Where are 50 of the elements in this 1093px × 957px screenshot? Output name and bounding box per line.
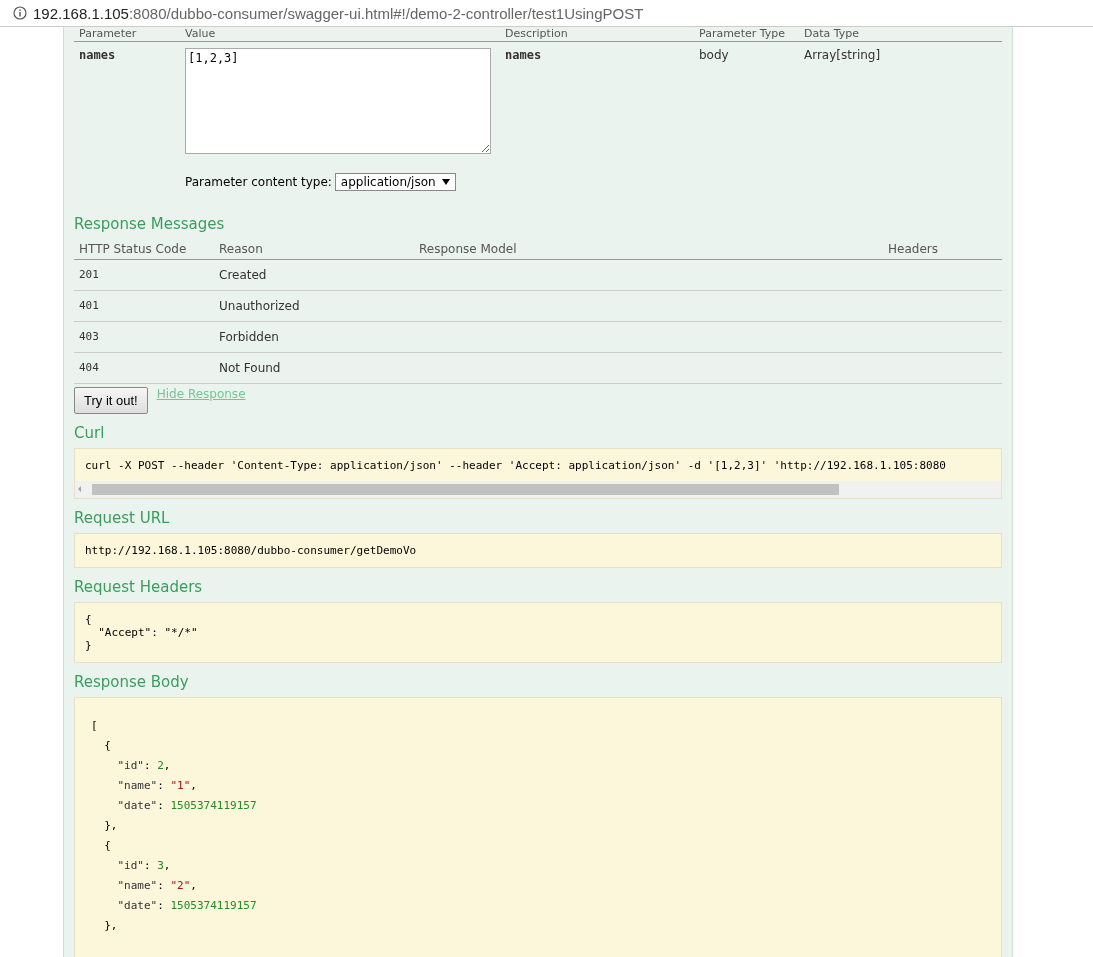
section-heading: Request Headers xyxy=(74,578,204,596)
section-heading: Curl xyxy=(74,424,106,442)
parameter-type: body xyxy=(699,47,730,64)
code-line: "date": 1505374119157 xyxy=(116,898,258,914)
status-code: 403 xyxy=(79,329,100,345)
code-line: }, xyxy=(103,818,119,834)
value-textarea[interactable]: [1,2,3] xyxy=(185,48,491,154)
curl-command: curl -X POST --header 'Content-Type: application/json' --header 'Accept: application/json' -d '[1,2,3]' 'http://192.168.1.105:8080 xyxy=(84,459,947,474)
url-text: 192.168.1.105:8080/dubbo-consumer/swagger-ui.html#!/demo-2-controller/test1UsingPOST xyxy=(33,4,644,22)
code-line: "id": 3, xyxy=(116,858,172,874)
code-line: "id": 2, xyxy=(116,758,172,774)
parameter-description: names xyxy=(505,47,543,64)
code-line: "name": "2", xyxy=(116,878,198,894)
column-header: Parameter Type xyxy=(699,27,786,41)
code-line: "name": "1", xyxy=(116,778,198,794)
reason-text: Not Found xyxy=(219,360,282,377)
section-heading: Request URL xyxy=(74,509,171,527)
request-url: http://192.168.1.105:8080/dubbo-consumer/getDemoVo xyxy=(85,544,418,557)
reason-text: Unauthorized xyxy=(219,298,301,315)
code-line: [ xyxy=(91,718,99,734)
parameter-name: names xyxy=(79,47,117,64)
data-type: Array[string] xyxy=(804,47,882,64)
column-header: Description xyxy=(505,27,569,41)
section-heading: Response Body xyxy=(74,673,190,691)
column-header: Headers xyxy=(888,241,939,258)
section-heading: Response Messages xyxy=(74,215,226,233)
dropdown-caret-icon xyxy=(441,179,450,185)
status-code: 404 xyxy=(79,360,100,376)
code-line: { xyxy=(103,838,112,854)
reason-text: Created xyxy=(219,267,268,284)
code-line: { xyxy=(103,738,112,754)
code-line: "Accept": "*/*" xyxy=(97,626,199,639)
column-header: Response Model xyxy=(419,241,518,258)
code-line: "date": 1505374119157 xyxy=(116,798,258,814)
column-header: Parameter xyxy=(79,27,138,41)
horizontal-scrollbar[interactable] xyxy=(75,481,1001,498)
status-code: 201 xyxy=(79,267,100,283)
code-line: } xyxy=(85,639,93,652)
column-header: Data Type xyxy=(804,27,861,41)
column-header: Value xyxy=(185,27,217,41)
reason-text: Forbidden xyxy=(219,329,280,346)
content-type-label: Parameter content type: xyxy=(185,175,332,189)
status-code: 401 xyxy=(79,298,100,314)
info-icon[interactable] xyxy=(13,6,27,20)
content-type-select[interactable]: application/json xyxy=(334,173,456,191)
column-header: Reason xyxy=(219,241,264,258)
code-line: { xyxy=(85,613,93,626)
code-line: }, xyxy=(103,918,119,934)
column-header: HTTP Status Code xyxy=(79,241,188,258)
try-it-out-button[interactable]: Try it out! xyxy=(74,387,148,414)
